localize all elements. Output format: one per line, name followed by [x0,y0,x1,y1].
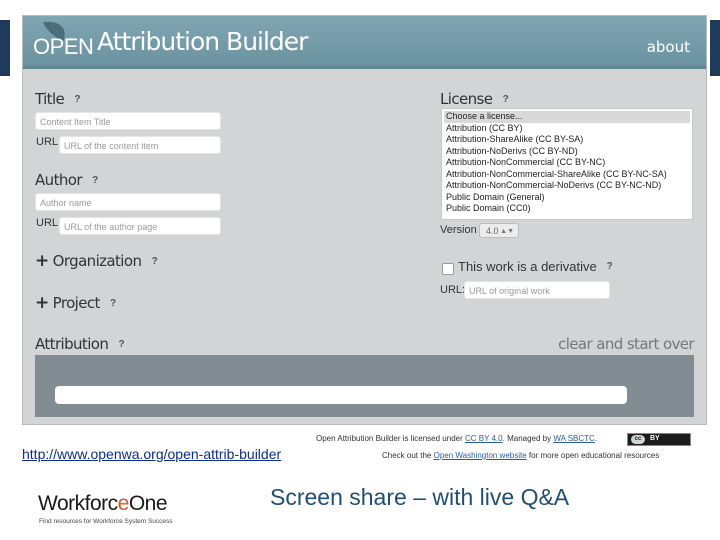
project-help-icon[interactable]: ? [106,297,120,311]
footer-text: . Managed by [502,434,554,443]
cc-by-badge[interactable]: cc BY [627,433,691,446]
project-toggle[interactable]: + Project? [35,293,120,313]
footer-text: Open Attribution Builder is licensed und… [316,434,465,443]
slide-caption: Screen share – with live Q&A [270,484,570,510]
footer-oer-line: Check out the Open Washington website fo… [382,451,659,460]
author-label-text: Author [35,171,83,189]
title-url-input[interactable]: URL of the content item [59,136,221,154]
derivative-checkbox[interactable] [442,263,454,275]
attribution-label: Attribution? [35,335,128,353]
organization-label: Organization [52,252,142,270]
logo-accent-mark: e [117,492,130,515]
version-select[interactable]: 4.0 ▲▼ [479,223,519,238]
logo-name: WorkforceOne [38,492,168,516]
author-url-input[interactable]: URL of the author page [59,217,221,235]
builder-url-link[interactable]: http://www.openwa.org/open-attrib-builde… [22,446,281,462]
license-select[interactable]: Choose a license... Attribution (CC BY) … [441,108,693,220]
attribution-output-panel [35,355,694,417]
license-option[interactable]: Choose a license... [444,111,690,123]
open-logo: OPEN [29,20,95,62]
license-option[interactable]: Attribution (CC BY) [444,123,690,135]
footer-text: . [594,434,598,443]
clear-and-start-over-link[interactable]: clear and start over [558,335,695,353]
workforce-one-logo: WorkforceOne Find resources for Workforc… [38,492,218,532]
author-url-label: URL: [36,217,62,229]
cc-by-link[interactable]: CC BY 4.0 [465,434,503,443]
project-label: Project [52,294,101,312]
organization-help-icon[interactable]: ? [147,255,161,269]
attribution-label-text: Attribution [35,335,109,353]
logo-name-part: Workforc [38,492,118,515]
cc-icon: cc [631,435,645,444]
plus-icon: + [35,251,49,271]
license-option[interactable]: Attribution-NonCommercial-ShareAlike (CC… [444,169,690,181]
app-title: Attribution Builder [97,27,308,56]
license-option[interactable]: Attribution-NonCommercial (CC BY-NC) [444,157,690,169]
organization-toggle[interactable]: + Organization? [35,251,161,271]
logo-text: OPEN [33,34,94,59]
license-option[interactable]: Public Domain (CC0) [444,203,690,215]
license-label: License? [440,90,512,108]
title-label: Title? [35,90,84,108]
derivative-url-input[interactable]: URL of original work [464,281,610,299]
derivative-help-icon[interactable]: ? [603,260,617,274]
derivative-label: This work is a derivative? [458,259,617,274]
right-edge-bar [710,20,720,76]
license-help-icon[interactable]: ? [498,93,512,107]
logo-name-part: One [128,492,168,515]
plus-icon: + [35,293,49,313]
wa-sbctc-link[interactable]: WA SBCTC [553,434,594,443]
about-link[interactable]: about [647,38,690,56]
version-label: Version [440,224,477,236]
title-label-text: Title [35,90,65,108]
license-option[interactable]: Attribution-ShareAlike (CC BY-SA) [444,134,690,146]
title-input[interactable]: Content Item Title [35,112,221,130]
title-help-icon[interactable]: ? [70,93,84,107]
attribution-help-icon[interactable]: ? [114,338,128,352]
derivative-url-label: URL: [440,284,466,296]
author-help-icon[interactable]: ? [88,174,102,188]
license-option[interactable]: Attribution-NoDerivs (CC BY-ND) [444,146,690,158]
footer-text: Check out the [382,451,434,460]
author-label: Author? [35,171,102,189]
left-edge-bar [0,20,10,76]
attribution-builder-window: OPEN Attribution Builder about Title? Co… [22,15,707,425]
footer-license-line: Open Attribution Builder is licensed und… [316,434,597,443]
logo-tagline: Find resources for Workforce System Succ… [39,518,173,525]
footer-text: for more open educational resources [526,451,660,460]
version-value: 4.0 [486,226,499,236]
license-option[interactable]: Attribution-NonCommercial-NoDerivs (CC B… [444,180,690,192]
stepper-arrows-icon: ▲▼ [500,228,514,235]
license-option[interactable]: Public Domain (General) [444,192,690,204]
license-label-text: License [440,90,493,108]
open-washington-link[interactable]: Open Washington website [434,451,527,460]
by-text: BY [650,435,660,442]
derivative-label-text: This work is a derivative [458,259,597,274]
author-input[interactable]: Author name [35,193,221,211]
title-url-label: URL: [36,136,62,148]
attribution-output-field[interactable] [55,386,627,404]
app-header: OPEN Attribution Builder about [23,16,706,69]
